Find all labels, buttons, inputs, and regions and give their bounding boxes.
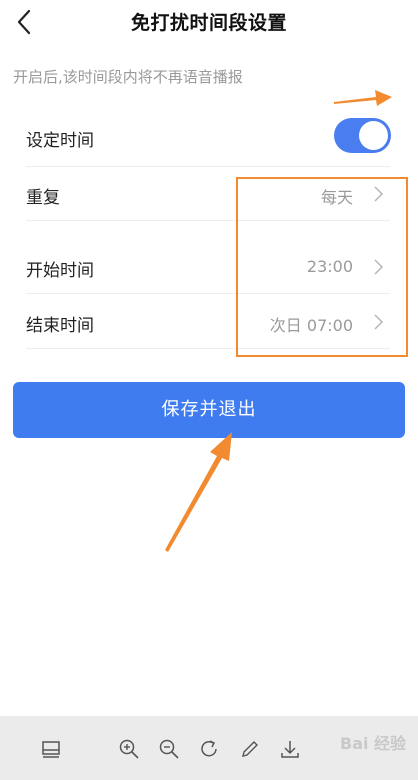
zoom-in-icon[interactable]	[118, 738, 140, 760]
set-time-toggle[interactable]	[334, 118, 391, 153]
repeat-label: 重复	[26, 188, 60, 208]
annotation-arrow-icon	[334, 90, 392, 106]
annotation-arrow-icon	[165, 432, 232, 552]
toggle-knob	[359, 121, 388, 150]
page-title: 免打扰时间段设置	[130, 12, 287, 34]
rotate-icon[interactable]	[199, 738, 221, 760]
header-bar: 免打扰时间段设置	[0, 0, 418, 44]
start-time-label: 开始时间	[26, 261, 94, 281]
hint-text: 开启后,该时间段内将不再语音播报	[13, 68, 243, 86]
end-time-label: 结束时间	[26, 316, 94, 336]
set-time-label: 设定时间	[26, 131, 94, 151]
download-icon[interactable]	[279, 738, 301, 760]
watermark-logo: Bai 经验	[340, 734, 407, 753]
annotation-highlight-box	[236, 177, 408, 357]
pen-icon[interactable]	[239, 738, 261, 760]
layout-icon[interactable]	[40, 738, 62, 760]
zoom-out-icon[interactable]	[158, 738, 180, 760]
